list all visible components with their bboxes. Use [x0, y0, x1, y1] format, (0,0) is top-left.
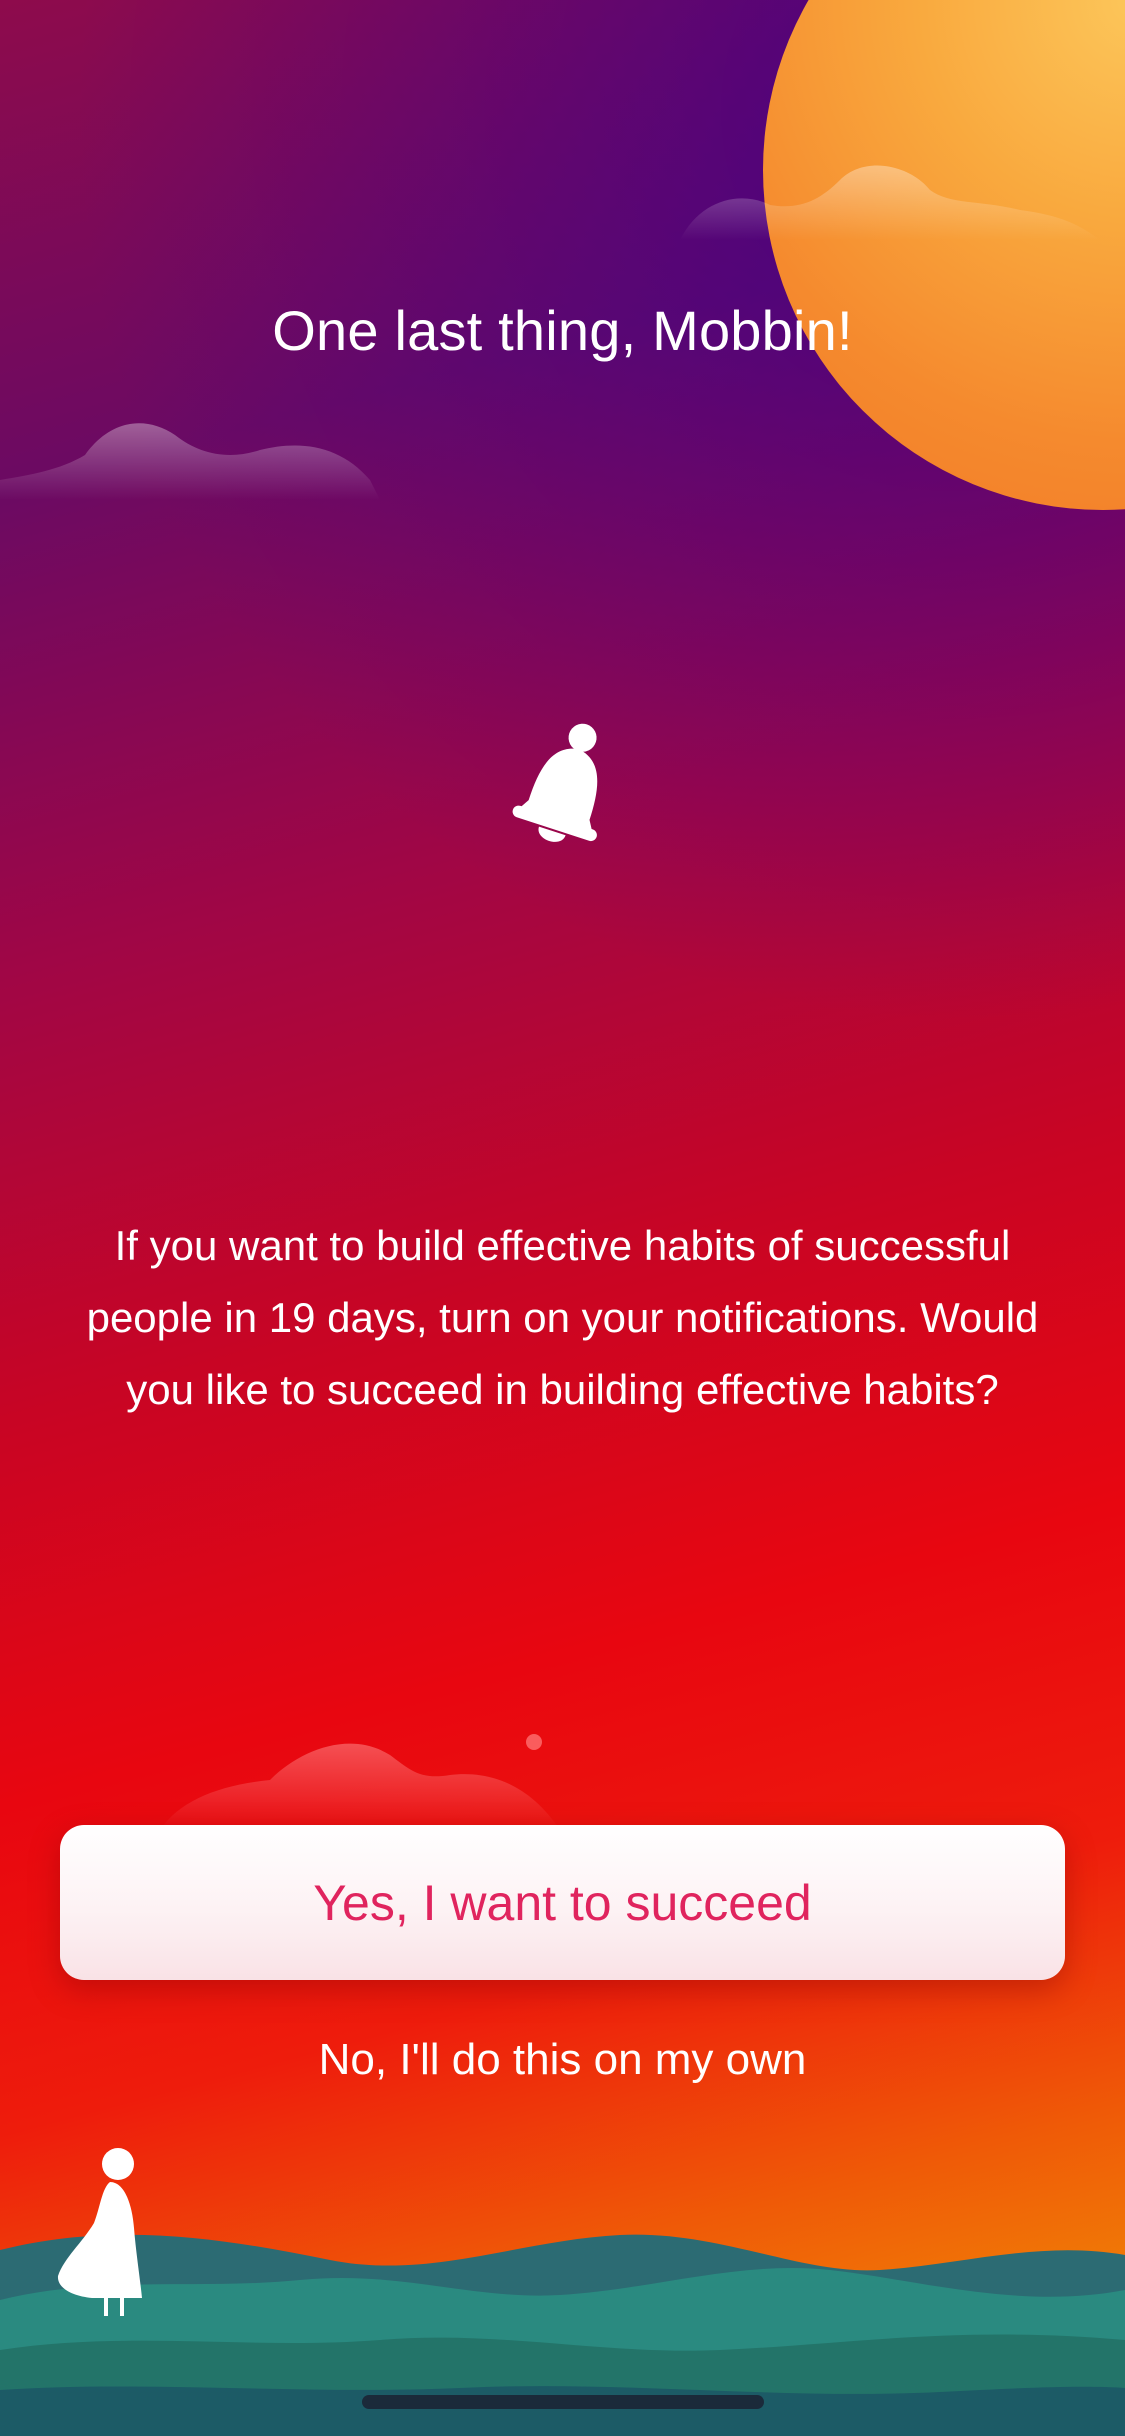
page-title: One last thing, Mobbin! [272, 299, 853, 362]
person-figure-illustration [57, 2148, 142, 2316]
cloud-illustration-left [0, 423, 380, 500]
decorative-dot [526, 1734, 542, 1750]
skip-notifications-button[interactable]: No, I'll do this on my own [0, 2025, 1125, 2095]
sun-illustration [763, 0, 1125, 510]
cloud-illustration-bottom [160, 1743, 560, 1830]
notification-permission-screen: One last thing, Mobbin! If you want to b… [0, 0, 1125, 2436]
enable-notifications-button[interactable]: Yes, I want to succeed [60, 1825, 1065, 1980]
bell-icon [512, 723, 598, 842]
notification-message: If you want to build effective habits of… [86, 1222, 1039, 1413]
home-indicator[interactable] [362, 2395, 764, 2409]
